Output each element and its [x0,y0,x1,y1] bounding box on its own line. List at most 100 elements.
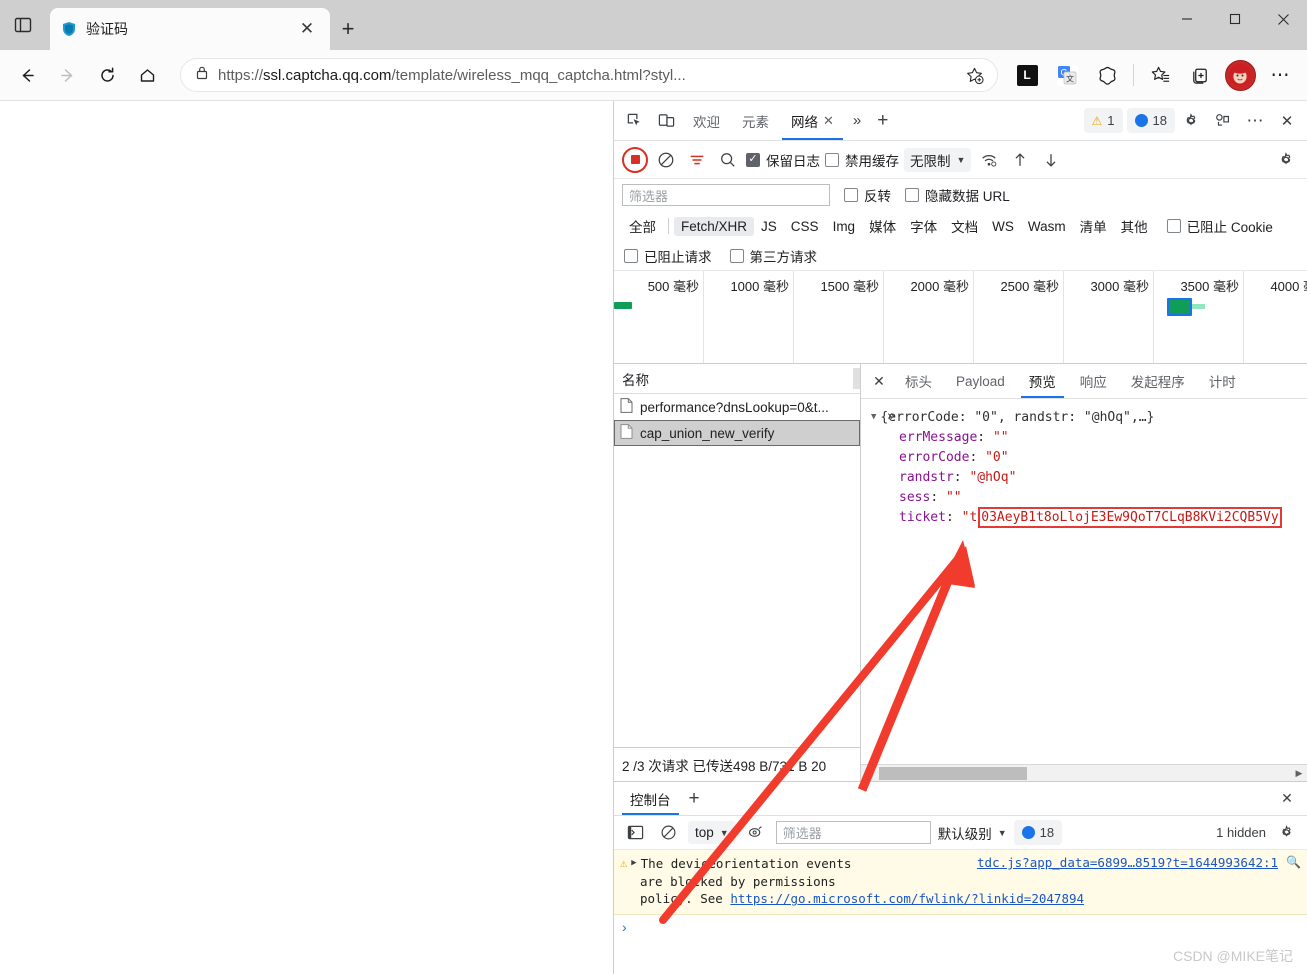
download-arrow-icon[interactable] [1038,147,1064,173]
back-icon[interactable] [8,56,46,94]
drawer-tab-console[interactable]: 控制台 [620,782,681,815]
type-filter-media[interactable]: 媒体 [862,214,903,238]
reload-icon[interactable] [88,56,126,94]
console-level-select[interactable]: 默认级别 ▼ [938,823,1007,843]
dock-side-icon[interactable] [1207,105,1239,137]
forward-icon[interactable] [48,56,86,94]
browser-tab[interactable]: 验证码 ✕ [50,8,330,50]
detail-tab-headers[interactable]: 标头 [893,364,944,398]
filter-input[interactable]: 筛选器 [622,184,830,206]
type-filter-wasm[interactable]: Wasm [1021,217,1073,236]
tab-actions-icon[interactable] [0,0,46,50]
devtools-tab-network[interactable]: 网络 ✕ [780,101,845,140]
new-tab-button[interactable]: + [330,8,366,50]
record-stop-icon[interactable] [622,146,648,173]
star-plus-icon[interactable] [959,60,989,90]
type-filter-other[interactable]: 其他 [1114,214,1155,238]
minimize-icon[interactable] [1163,0,1211,38]
maximize-icon[interactable] [1211,0,1259,38]
live-expression-icon[interactable] [743,820,769,846]
search-icon[interactable] [715,147,741,173]
request-column-header[interactable]: 名称 [614,364,860,394]
clear-console-icon[interactable] [655,820,681,846]
request-list[interactable]: performance?dnsLookup=0&t... cap_union_n… [614,394,860,747]
device-toolbar-icon[interactable] [650,105,682,137]
close-icon[interactable]: ✕ [823,113,834,129]
json-summary-line[interactable]: ▼{errorCode: "0", randstr: "@hOq",…} [871,407,1307,427]
invert-checkbox[interactable]: 反转 [844,185,891,205]
warning-doc-link[interactable]: https://go.microsoft.com/fwlink/?linkid=… [730,891,1084,906]
type-filter-fetch-xhr[interactable]: Fetch/XHR [674,216,755,236]
detail-tab-response[interactable]: 响应 [1068,364,1119,398]
hide-data-urls-checkbox[interactable]: 隐藏数据 URL [905,185,1010,205]
table-row[interactable]: performance?dnsLookup=0&t... [614,394,860,420]
detail-tab-initiator[interactable]: 发起程序 [1119,364,1197,398]
detail-tab-timing[interactable]: 计时 [1197,364,1248,398]
console-warning-message[interactable]: ⚠ ▶ The deviceorientation events tdc.js?… [614,850,1307,915]
drawer-close-icon[interactable]: ✕ [1273,782,1301,816]
table-row[interactable]: cap_union_new_verify [614,420,860,446]
type-filter-manifest[interactable]: 清单 [1073,214,1114,238]
favorites-icon[interactable] [1141,56,1179,94]
close-icon[interactable]: ✕ [294,16,320,42]
network-settings-gear-icon[interactable] [1273,147,1299,173]
more-tabs-icon[interactable]: » [845,101,869,140]
console-message-count-badge[interactable]: 18 [1013,820,1063,845]
blocked-requests-checkbox[interactable]: 已阻止请求 [624,246,712,266]
devtools-tab-welcome[interactable]: 欢迎 [682,101,731,140]
close-window-icon[interactable] [1259,0,1307,38]
scrollbar-track[interactable] [877,765,1291,782]
preserve-log-checkbox[interactable]: 保留日志 [746,150,820,170]
warning-count-badge[interactable]: ⚠ 1 [1083,108,1123,133]
console-context-select[interactable]: top ▼ [688,821,736,844]
collections-extension-icon[interactable] [1088,56,1126,94]
preview-horizontal-scrollbar[interactable]: ◀ ▶ [861,764,1307,781]
third-party-requests-checkbox[interactable]: 第三方请求 [729,246,817,266]
expand-arrow-icon[interactable]: ▶ [631,855,636,872]
expand-chevron-icon[interactable]: » [887,409,895,424]
detail-tab-preview[interactable]: 预览 [1017,364,1068,398]
disable-cache-checkbox[interactable]: 禁用缓存 [825,150,899,170]
type-filter-all[interactable]: 全部 [622,214,663,238]
message-count-badge[interactable]: 18 [1126,108,1175,133]
devtools-more-icon[interactable]: ⋯ [1239,105,1271,137]
inspect-element-icon[interactable] [618,105,650,137]
blocked-cookies-checkbox[interactable]: 已阻止 Cookie [1166,216,1273,236]
throttling-select[interactable]: 无限制 ▼ [904,147,972,172]
google-translate-extension-icon[interactable]: G文 [1048,56,1086,94]
type-filter-js[interactable]: JS [754,217,784,236]
clear-icon[interactable] [653,147,679,173]
detail-tab-payload[interactable]: Payload [944,364,1017,398]
console-filter-input[interactable]: 筛选器 [775,821,931,844]
type-filter-ws[interactable]: WS [985,217,1021,236]
lastpass-extension-icon[interactable]: L [1008,56,1046,94]
browser-more-icon[interactable]: ⋯ [1261,56,1299,94]
console-prompt[interactable]: › [614,915,1307,939]
scroll-left-icon[interactable]: ◀ [861,765,877,782]
gear-icon[interactable] [1175,105,1207,137]
collections-icon[interactable] [1181,56,1219,94]
console-sidebar-icon[interactable] [622,820,648,846]
expand-triangle-icon[interactable]: ▼ [871,412,876,422]
wifi-settings-icon[interactable] [976,147,1002,173]
add-panel-button[interactable]: + [869,101,896,140]
upload-arrow-icon[interactable] [1007,147,1033,173]
console-settings-gear-icon[interactable] [1273,820,1299,846]
type-filter-doc[interactable]: 文档 [944,214,985,238]
address-bar[interactable]: https://ssl.captcha.qq.com/template/wire… [180,58,998,92]
avatar[interactable] [1221,56,1259,94]
scrollbar-thumb[interactable] [879,766,1027,780]
type-filter-img[interactable]: Img [826,217,863,236]
warning-source-link[interactable]: tdc.js?app_data=6899…8519?t=1644993642:1 [977,855,1278,870]
scroll-right-icon[interactable]: ▶ [1291,765,1307,782]
filter-icon[interactable] [684,147,710,173]
network-overview-timeline[interactable]: 500 毫秒 1000 毫秒 1500 毫秒 2000 毫秒 2500 毫秒 3… [614,271,1307,364]
devtools-close-icon[interactable]: ✕ [1271,105,1303,137]
json-preview[interactable]: ▼{errorCode: "0", randstr: "@hOq",…} » e… [861,399,1307,764]
close-detail-icon[interactable]: ✕ [865,364,893,398]
devtools-tab-elements[interactable]: 元素 [731,101,780,140]
type-filter-font[interactable]: 字体 [903,214,944,238]
type-filter-css[interactable]: CSS [784,217,826,236]
home-icon[interactable] [128,56,166,94]
drawer-add-button[interactable]: + [681,782,708,815]
